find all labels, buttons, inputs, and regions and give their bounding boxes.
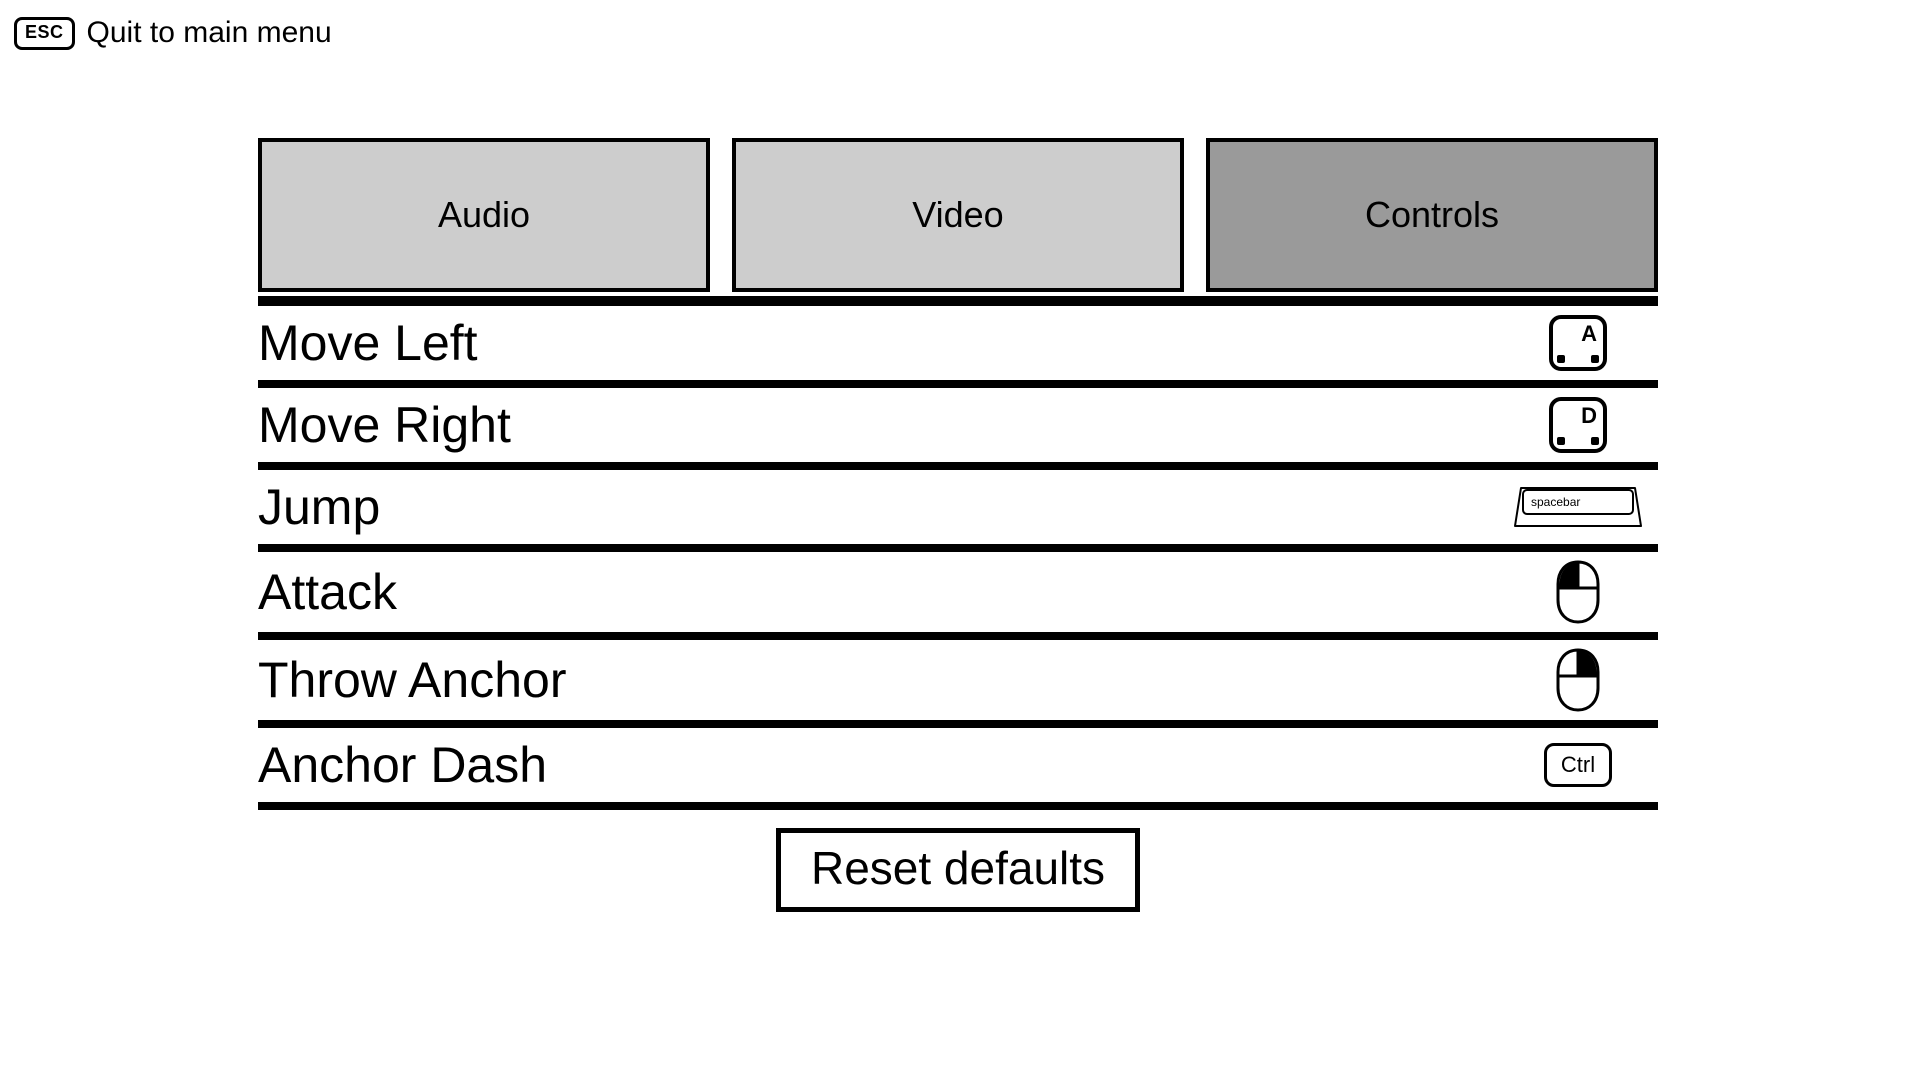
binding-input-slot[interactable] <box>1498 560 1658 624</box>
binding-input-slot[interactable]: A <box>1498 315 1658 371</box>
binding-action-label: Move Right <box>258 396 511 454</box>
binding-input-slot[interactable]: spacebar <box>1498 480 1658 534</box>
binding-action-label: Anchor Dash <box>258 736 547 794</box>
divider <box>258 632 1658 640</box>
binding-row-anchor-dash: Anchor Dash Ctrl <box>258 728 1658 802</box>
binding-row-attack: Attack <box>258 552 1658 632</box>
spacebar-label: spacebar <box>1531 495 1580 509</box>
divider <box>258 462 1658 470</box>
key-d-icon: D <box>1549 397 1607 453</box>
key-a-icon: A <box>1549 315 1607 371</box>
divider <box>258 720 1658 728</box>
binding-row-move-left: Move Left A <box>258 306 1658 380</box>
divider <box>258 544 1658 552</box>
tab-controls[interactable]: Controls <box>1206 138 1658 292</box>
binding-action-label: Attack <box>258 563 397 621</box>
reset-defaults-button[interactable]: Reset defaults <box>776 828 1140 912</box>
binding-action-label: Jump <box>258 478 380 536</box>
tab-label: Video <box>912 194 1003 236</box>
tab-label: Controls <box>1365 194 1499 236</box>
spacebar-key-icon: spacebar <box>1513 480 1643 534</box>
divider <box>258 296 1658 306</box>
binding-input-slot[interactable] <box>1498 648 1658 712</box>
binding-action-label: Move Left <box>258 314 478 372</box>
quit-to-menu[interactable]: ESC Quit to main menu <box>14 16 332 50</box>
divider <box>258 380 1658 388</box>
settings-panel: Audio Video Controls Move Left A Move Ri… <box>258 138 1658 912</box>
binding-row-move-right: Move Right D <box>258 388 1658 462</box>
tab-label: Audio <box>438 194 530 236</box>
tab-video[interactable]: Video <box>732 138 1184 292</box>
esc-key-icon: ESC <box>14 17 75 50</box>
quit-label: Quit to main menu <box>87 16 332 50</box>
mouse-right-click-icon <box>1555 648 1601 712</box>
tab-audio[interactable]: Audio <box>258 138 710 292</box>
divider <box>258 802 1658 810</box>
binding-row-throw-anchor: Throw Anchor <box>258 640 1658 720</box>
mouse-left-click-icon <box>1555 560 1601 624</box>
binding-action-label: Throw Anchor <box>258 651 566 709</box>
ctrl-key-icon: Ctrl <box>1544 743 1612 787</box>
binding-row-jump: Jump spacebar <box>258 470 1658 544</box>
binding-input-slot[interactable]: Ctrl <box>1498 743 1658 787</box>
settings-tabs: Audio Video Controls <box>258 138 1658 292</box>
binding-input-slot[interactable]: D <box>1498 397 1658 453</box>
